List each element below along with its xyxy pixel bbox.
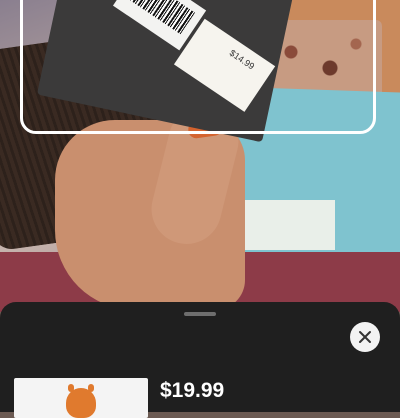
close-icon [359,331,371,343]
nutrition-panel [245,200,335,250]
product-price: $19.99 [160,379,225,402]
product-thumbnail[interactable] [14,378,148,418]
scan-frame [20,0,376,134]
thumbnail-figure [66,388,96,418]
result-bottom-sheet[interactable]: $19.99 [0,302,400,418]
sheet-drag-handle[interactable] [184,312,216,316]
close-button[interactable] [350,322,380,352]
